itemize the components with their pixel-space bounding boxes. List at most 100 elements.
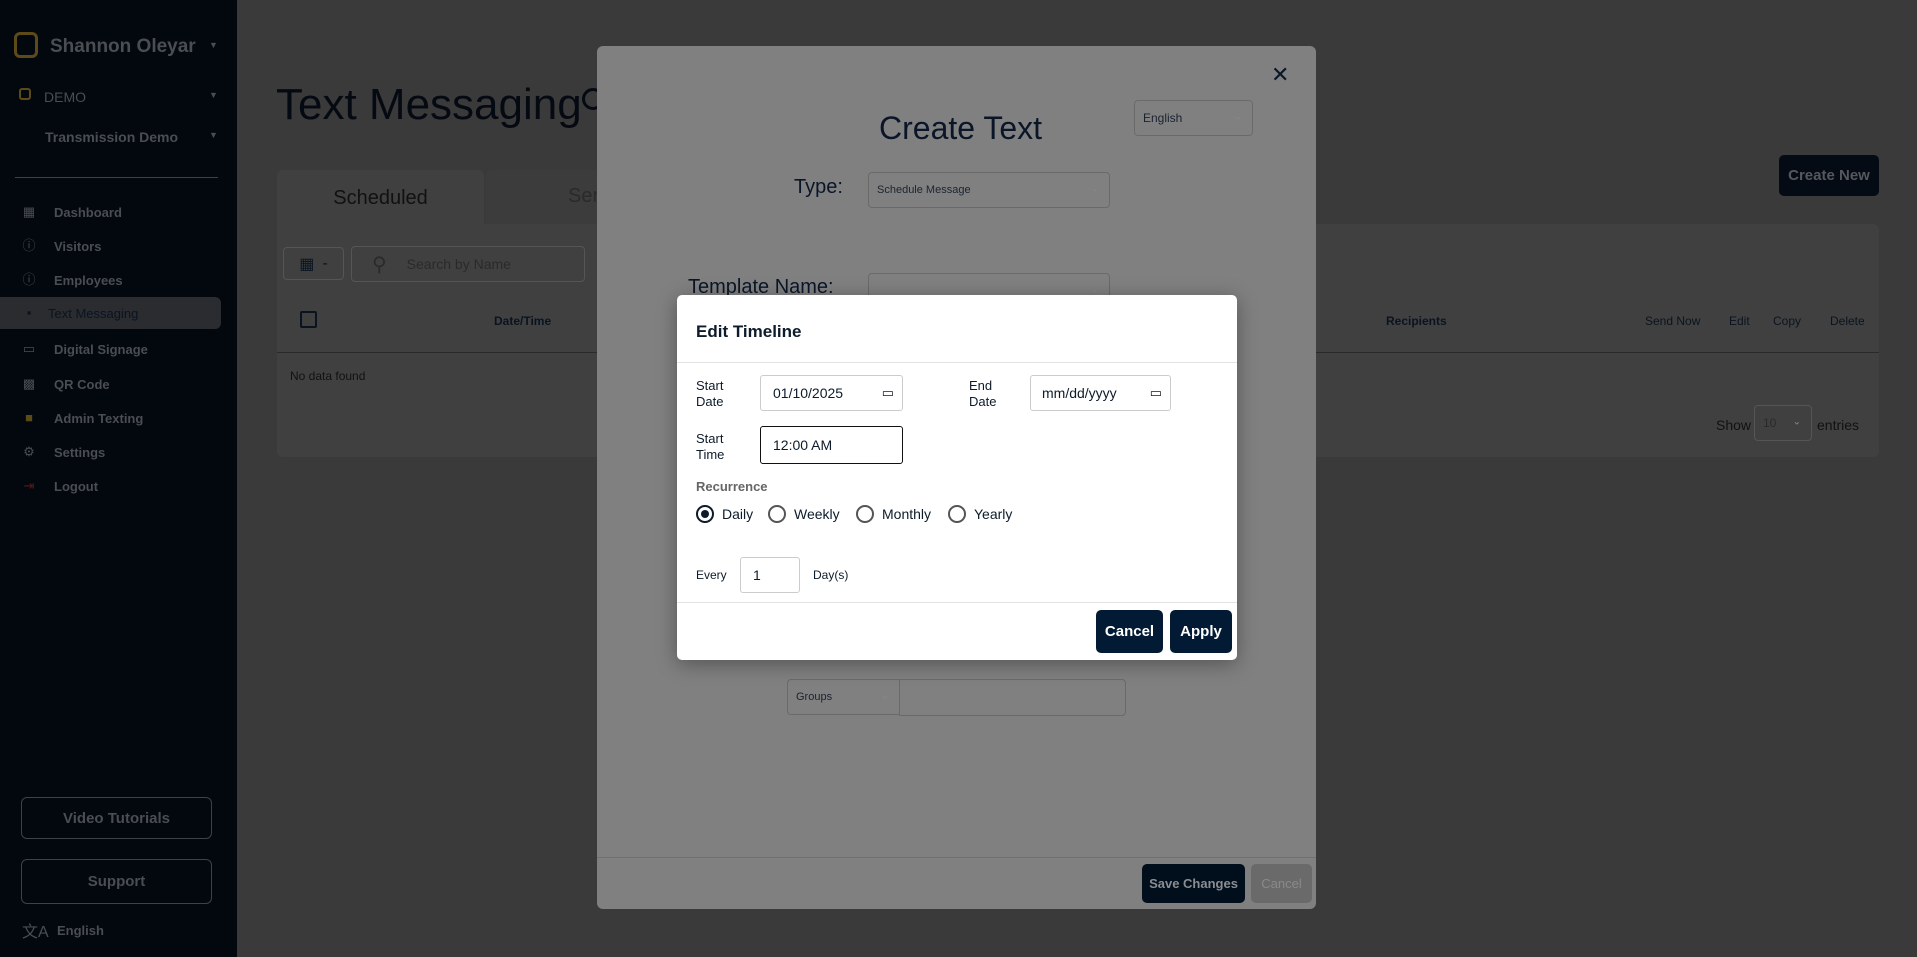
groups-value: Groups xyxy=(796,691,833,703)
apply-button[interactable]: Apply xyxy=(1170,610,1232,653)
date-filter-value: - xyxy=(322,254,328,272)
user-name[interactable]: Shannon Oleyar xyxy=(50,36,196,58)
sidebar-item-logout[interactable]: ⇥ Logout xyxy=(0,470,221,502)
radio-yearly[interactable]: Yearly xyxy=(948,505,1012,523)
sidebar: Shannon Oleyar ▼ DEMO ▼ Transmission Dem… xyxy=(0,0,237,957)
tv-logo-icon xyxy=(14,32,38,58)
type-select[interactable]: Schedule Message ⌄ xyxy=(868,172,1110,208)
sidebar-item-visitors[interactable]: ⓘ Visitors xyxy=(0,230,221,262)
calendar-icon[interactable]: ▭ xyxy=(882,385,894,401)
gear-icon: ⚙ xyxy=(23,444,35,459)
show-label: Show xyxy=(1716,417,1752,433)
location-selector[interactable]: Transmission Demo xyxy=(45,129,178,145)
unit-label: Day(s) xyxy=(813,568,849,582)
sidebar-item-label: Text Messaging xyxy=(48,305,139,321)
sidebar-item-qr-code[interactable]: ▩ QR Code xyxy=(0,368,221,400)
start-date-value: 01/10/2025 xyxy=(773,385,844,401)
column-header-edit: Edit xyxy=(1729,314,1750,328)
chevron-down-icon: ⌄ xyxy=(1090,183,1099,195)
divider xyxy=(677,362,1237,363)
sidebar-item-label: Digital Signage xyxy=(54,341,148,357)
cancel-button[interactable]: Cancel xyxy=(1251,864,1312,903)
chat-icon: ■ xyxy=(25,410,33,425)
sidebar-item-label: Employees xyxy=(54,272,123,288)
calendar-icon[interactable]: ▭ xyxy=(1150,385,1162,401)
sidebar-item-employees[interactable]: ⓘ Employees xyxy=(0,264,221,296)
language-selector[interactable]: English xyxy=(57,923,104,938)
dashboard-icon: ▦ xyxy=(22,204,36,219)
column-header-recipients[interactable]: Recipients xyxy=(1386,314,1447,328)
search-input[interactable]: ⚲ Search by Name xyxy=(351,246,585,282)
sidebar-item-label: QR Code xyxy=(54,376,110,392)
video-tutorials-button[interactable]: Video Tutorials xyxy=(21,797,212,839)
sidebar-item-label: Settings xyxy=(54,444,106,460)
select-all-checkbox[interactable] xyxy=(300,311,317,328)
save-changes-button[interactable]: Save Changes xyxy=(1142,864,1245,903)
tab-sent[interactable]: Sen xyxy=(486,170,606,224)
radio-label: Yearly xyxy=(974,506,1013,522)
type-label: Type: xyxy=(794,176,843,198)
radio-monthly[interactable]: Monthly xyxy=(856,505,931,523)
column-header-delete: Delete xyxy=(1830,314,1865,328)
language-value: English xyxy=(1143,111,1183,125)
sidebar-item-label: Dashboard xyxy=(54,204,122,220)
chevron-down-icon[interactable]: ▼ xyxy=(209,40,218,50)
start-time-label: Start Time xyxy=(696,431,725,462)
sidebar-item-label: Admin Texting xyxy=(54,410,144,426)
type-value: Schedule Message xyxy=(877,184,971,196)
every-label: Every xyxy=(696,568,727,582)
edit-timeline-dialog xyxy=(677,295,1237,660)
recipients-input[interactable] xyxy=(899,679,1126,716)
entries-select[interactable]: 10 ⌄ xyxy=(1754,405,1812,441)
sidebar-item-dashboard[interactable]: ▦ Dashboard xyxy=(0,196,221,228)
start-time-input[interactable]: 12:00 AM xyxy=(760,426,903,464)
recipient-type-select[interactable]: Groups ⌄ xyxy=(787,679,900,715)
timeline-cancel-button[interactable]: Cancel xyxy=(1096,610,1163,653)
radio-label: Monthly xyxy=(882,506,932,522)
chevron-down-icon[interactable]: ▼ xyxy=(209,90,218,100)
radio-selected-icon xyxy=(696,505,714,523)
sidebar-item-digital-signage[interactable]: ▭ Digital Signage xyxy=(0,333,221,365)
radio-daily[interactable]: Daily xyxy=(696,505,753,523)
date-filter-button[interactable]: ▦ - xyxy=(283,247,344,280)
sidebar-item-text-messaging[interactable]: ▪ Text Messaging xyxy=(0,297,221,329)
column-header-date-time[interactable]: Date/Time xyxy=(494,314,551,328)
page-title: Text Messaging xyxy=(276,80,582,129)
start-date-label: Start Date xyxy=(696,378,724,409)
recurrence-label: Recurrence xyxy=(696,479,768,494)
end-date-input[interactable]: mm/dd/yyyy ▭ xyxy=(1030,375,1171,411)
divider xyxy=(677,602,1237,603)
radio-label: Weekly xyxy=(794,506,840,522)
modal-title: Create Text xyxy=(879,110,1043,146)
divider xyxy=(597,857,1316,858)
sidebar-item-settings[interactable]: ⚙ Settings xyxy=(0,436,221,468)
close-icon[interactable]: ✕ xyxy=(1271,62,1289,88)
sidebar-item-label: Logout xyxy=(54,478,99,494)
radio-weekly[interactable]: Weekly xyxy=(768,505,840,523)
column-header-send-now: Send Now xyxy=(1645,314,1701,328)
start-time-value: 12:00 AM xyxy=(773,437,833,453)
calendar-icon: ▦ xyxy=(299,255,315,273)
every-input[interactable]: 1 xyxy=(740,557,800,593)
every-value: 1 xyxy=(753,567,761,583)
chevron-down-icon: ⌄ xyxy=(1090,284,1099,296)
support-button[interactable]: Support xyxy=(21,859,212,904)
empty-message: No data found xyxy=(290,369,366,383)
chevron-down-icon: ⌄ xyxy=(1792,416,1801,428)
info-icon: ⓘ xyxy=(22,238,36,253)
sidebar-item-admin-texting[interactable]: ■ Admin Texting xyxy=(0,402,221,434)
language-select[interactable]: English ⌄ xyxy=(1134,100,1253,136)
qr-code-icon: ▩ xyxy=(22,376,36,391)
search-icon: ⚲ xyxy=(372,253,387,276)
search-placeholder: Search by Name xyxy=(406,256,511,272)
radio-icon xyxy=(856,505,874,523)
chevron-down-icon: ⌄ xyxy=(880,690,889,702)
create-new-button[interactable]: Create New xyxy=(1779,155,1879,196)
chat-icon: ▪ xyxy=(26,305,32,320)
info-icon: ⓘ xyxy=(22,272,36,287)
chevron-down-icon[interactable]: ▼ xyxy=(209,130,218,140)
tab-scheduled[interactable]: Scheduled xyxy=(277,170,484,226)
start-date-input[interactable]: 01/10/2025 ▭ xyxy=(760,375,903,411)
org-selector[interactable]: DEMO xyxy=(44,89,86,105)
chevron-down-icon: ⌄ xyxy=(1233,111,1242,123)
